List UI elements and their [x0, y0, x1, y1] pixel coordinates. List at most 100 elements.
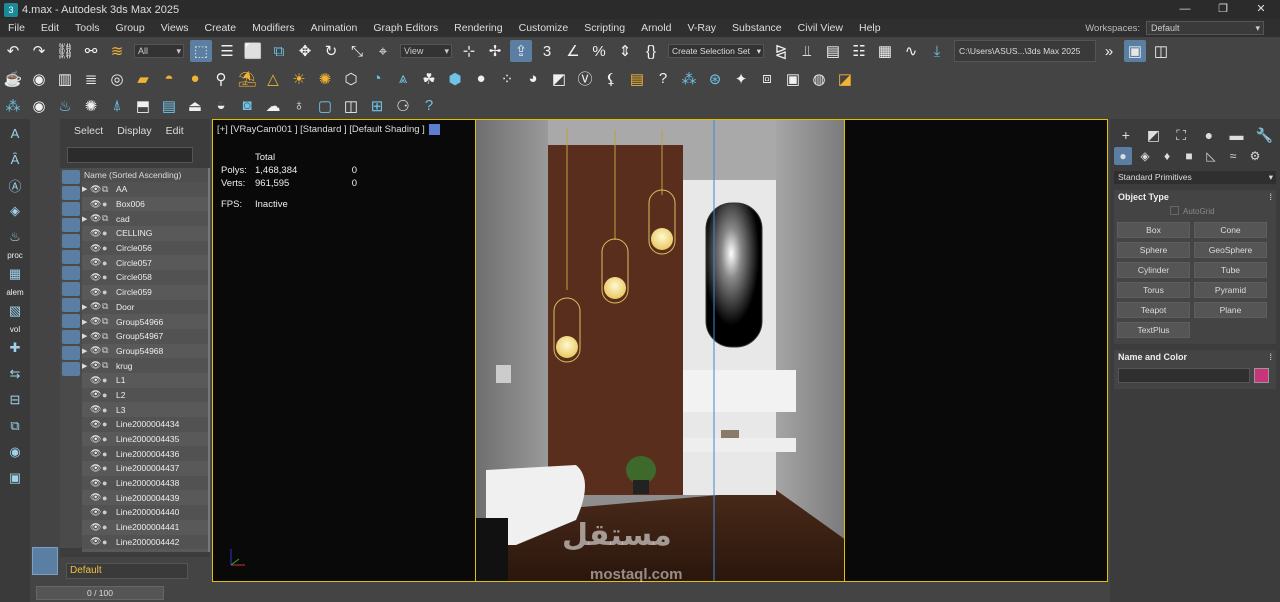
select-text-icon[interactable]: Ȃ: [4, 148, 26, 170]
arnold-photometric-icon[interactable]: ⍋: [106, 95, 128, 117]
display-tab-icon[interactable]: ▬: [1227, 127, 1247, 143]
alem-icon[interactable]: ▧: [4, 300, 26, 322]
render-queue-icon[interactable]: ≣: [80, 68, 102, 90]
arnold-volume-icon[interactable]: ⬒: [132, 95, 154, 117]
rectangular-selection-icon[interactable]: ⬜: [242, 40, 264, 62]
vray-fur-icon[interactable]: ◔: [366, 68, 388, 90]
visibility-eye-icon[interactable]: 👁: [90, 184, 102, 195]
filter-xrefs-icon[interactable]: [62, 282, 80, 296]
explorer-column-header[interactable]: Name (Sorted Ascending): [82, 168, 208, 182]
arnold-proxy-icon[interactable]: ⏏: [184, 95, 206, 117]
arnold-window-icon[interactable]: ▢: [314, 95, 336, 117]
arnold-render-icon[interactable]: ▤: [158, 95, 180, 117]
table-row[interactable]: 👁 ● Line2000004441: [82, 520, 208, 535]
filter-cameras-icon[interactable]: [62, 218, 80, 232]
table-row[interactable]: 👁 ● Line2000004442: [82, 534, 208, 550]
proc-icon[interactable]: ▦: [4, 263, 26, 285]
visibility-eye-icon[interactable]: 👁: [90, 389, 102, 400]
visibility-eye-icon[interactable]: 👁: [90, 375, 102, 386]
vray-sphere-light-icon[interactable]: ●: [184, 68, 206, 90]
menu-group[interactable]: Group: [108, 22, 153, 34]
arnold-scatter-icon[interactable]: ⁂: [2, 95, 24, 117]
table-row[interactable]: 👁 ● L3: [82, 402, 208, 417]
visibility-eye-icon[interactable]: 👁: [90, 419, 102, 430]
visibility-eye-icon[interactable]: 👁: [90, 287, 102, 298]
table-row[interactable]: 👁 ● CELLING: [82, 226, 208, 241]
visibility-eye-icon[interactable]: 👁: [90, 463, 102, 474]
arnold-material-icon[interactable]: ◙: [236, 95, 258, 117]
camera-icon[interactable]: ◎: [106, 68, 128, 90]
table-row[interactable]: 👁 ● L1: [82, 373, 208, 388]
utilities-tab-icon[interactable]: 🔧: [1254, 127, 1274, 143]
move-icon[interactable]: ⇆: [4, 363, 26, 385]
filter-lights-icon[interactable]: [62, 202, 80, 216]
menu-file[interactable]: File: [0, 22, 33, 34]
visibility-eye-icon[interactable]: 👁: [90, 492, 102, 503]
box-button[interactable]: Box: [1117, 222, 1190, 238]
sphere-button[interactable]: Sphere: [1117, 242, 1190, 258]
arnold-ipr-icon[interactable]: ◉: [28, 95, 50, 117]
filter-bones-icon[interactable]: [62, 298, 80, 312]
menu-help[interactable]: Help: [851, 22, 889, 34]
angle-snap-icon[interactable]: ∠: [562, 40, 584, 62]
filter-spacewarps-icon[interactable]: [62, 250, 80, 264]
workspace-dropdown[interactable]: Default: [1146, 21, 1264, 35]
visibility-eye-icon[interactable]: 👁: [90, 257, 102, 268]
cylinder-button[interactable]: Cylinder: [1117, 262, 1190, 278]
menu-civil-view[interactable]: Civil View: [790, 22, 851, 34]
percent-snap-icon[interactable]: %: [588, 40, 610, 62]
table-row[interactable]: 👁 ● Line2000004435: [82, 432, 208, 447]
unlink-icon[interactable]: ⚯: [80, 40, 102, 62]
menu-edit[interactable]: Edit: [33, 22, 67, 34]
toggle-layer-explorer-icon[interactable]: ☷: [848, 40, 870, 62]
arnold-bulb-icon[interactable]: ♁: [288, 95, 310, 117]
undo-icon[interactable]: ↶: [2, 40, 24, 62]
vray-material-icon[interactable]: ◕: [522, 68, 544, 90]
arnold-light-icon[interactable]: ♨: [54, 95, 76, 117]
rollout-menu-icon-2[interactable]: ⁞: [1269, 350, 1272, 364]
geometry-icon[interactable]: ●: [1114, 147, 1132, 165]
name-and-color-header[interactable]: Name and Color ⁞: [1114, 350, 1276, 364]
vol-icon[interactable]: ✚: [4, 337, 26, 359]
systems-icon[interactable]: ⚙: [1246, 147, 1264, 165]
vray-omni-light-icon[interactable]: △: [262, 68, 284, 90]
menu-modifiers[interactable]: Modifiers: [244, 22, 303, 34]
vray-cosmos-icon[interactable]: ✦: [730, 68, 752, 90]
table-row[interactable]: ▶ 👁 ⧉ cad: [82, 211, 208, 227]
close-button[interactable]: ✕: [1242, 0, 1280, 19]
visibility-eye-icon[interactable]: 👁: [90, 404, 102, 415]
table-row[interactable]: ▶ 👁 ⧉ Door: [82, 299, 208, 315]
select-by-name-icon[interactable]: ☰: [216, 40, 238, 62]
vray-clipper-icon[interactable]: ⬢: [444, 68, 466, 90]
menu-views[interactable]: Views: [153, 22, 197, 34]
light-bulb-icon[interactable]: ♨: [4, 226, 26, 248]
teapot-button[interactable]: Teapot: [1117, 302, 1190, 318]
menu-vray[interactable]: V-Ray: [679, 22, 724, 34]
render-frame-icon[interactable]: ◫: [1150, 40, 1172, 62]
selection-filter-dropdown[interactable]: All: [134, 44, 184, 58]
named-selection-sets-dropdown[interactable]: Create Selection Set: [668, 44, 764, 58]
spinner-snap-icon[interactable]: ⇕: [614, 40, 636, 62]
edit-named-selection-icon[interactable]: {}: [640, 40, 662, 62]
autogrid-checkbox[interactable]: AutoGrid: [1114, 204, 1276, 220]
snaps-toggle-icon[interactable]: 3: [536, 40, 558, 62]
table-row[interactable]: ▶ 👁 ⧉ Group54968: [82, 344, 208, 359]
rollout-menu-icon[interactable]: ⁞: [1269, 190, 1272, 204]
vray-help-icon[interactable]: ?: [652, 68, 674, 90]
render-setup-icon[interactable]: ▣: [1124, 40, 1146, 62]
expand-arrow-icon[interactable]: ▶: [82, 332, 90, 340]
pyramid-button[interactable]: Pyramid: [1194, 282, 1267, 298]
vray-mtl-override-icon[interactable]: ◩: [548, 68, 570, 90]
filter-groups-icon[interactable]: [62, 266, 80, 280]
keyboard-shortcut-override-icon[interactable]: ⇪: [510, 40, 532, 62]
visibility-eye-icon[interactable]: 👁: [90, 507, 102, 518]
visibility-eye-icon[interactable]: 👁: [90, 434, 102, 445]
visibility-eye-icon[interactable]: 👁: [90, 272, 102, 283]
table-row[interactable]: 👁 ● Line2000004440: [82, 505, 208, 520]
filter-helpers-icon[interactable]: [62, 234, 80, 248]
project-folder-icon[interactable]: ⤓: [926, 40, 948, 62]
visibility-eye-icon[interactable]: 👁: [90, 243, 102, 254]
explorer-tab-edit[interactable]: Edit: [166, 125, 184, 137]
geosphere-button[interactable]: GeoSphere: [1194, 242, 1267, 258]
arnold-sky-icon[interactable]: ✺: [80, 95, 102, 117]
